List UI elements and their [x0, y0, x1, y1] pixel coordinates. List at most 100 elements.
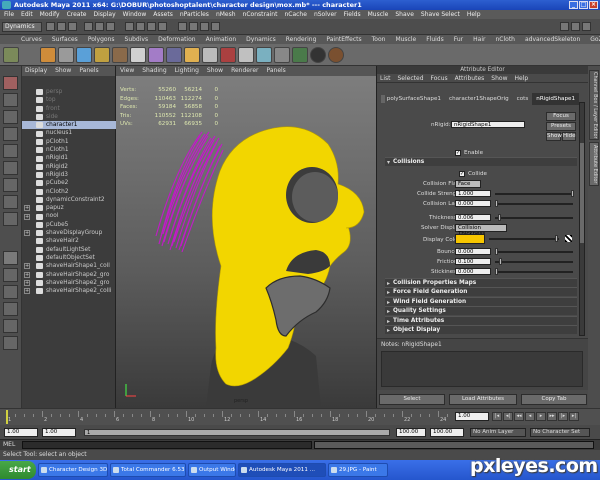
shelf-tab-rendering[interactable]: Rendering: [281, 35, 322, 44]
select-tool-icon[interactable]: [3, 76, 18, 90]
new-scene-icon[interactable]: [46, 22, 55, 31]
outliner-item[interactable]: nCloth2: [22, 188, 116, 196]
menu-assets[interactable]: Assets: [153, 10, 173, 19]
section-wind-field-generation[interactable]: Wind Field Generation: [385, 296, 577, 307]
collision-layer-knob[interactable]: [495, 200, 498, 207]
outliner-item[interactable]: + shaveDisplayGroup: [22, 229, 116, 237]
toggle-tool-settings-icon[interactable]: [571, 22, 580, 31]
outliner-item[interactable]: persp: [22, 88, 116, 96]
shave-ball-icon[interactable]: [310, 47, 326, 63]
lasso-tool-icon[interactable]: [3, 93, 18, 107]
taskbar-item[interactable]: Character Design 3D Co...: [38, 463, 108, 477]
outliner-item[interactable]: nCloth1: [22, 146, 116, 154]
outliner-item[interactable]: nRigid1: [22, 154, 116, 162]
scale-tool-icon[interactable]: [3, 161, 18, 175]
current-time-marker[interactable]: [6, 410, 8, 424]
ipr-render-icon[interactable]: [200, 22, 209, 31]
shelf-menu-icon[interactable]: [3, 47, 19, 63]
presets-button[interactable]: Presets: [546, 122, 576, 131]
outliner-item[interactable]: nRigid2: [22, 163, 116, 171]
outliner-item[interactable]: + nool: [22, 212, 116, 220]
expand-icon[interactable]: +: [24, 279, 30, 286]
copy-tab-button[interactable]: Copy Tab: [521, 394, 587, 405]
menu-display[interactable]: Display: [94, 10, 116, 19]
expand-icon[interactable]: +: [24, 213, 30, 220]
menu-nparticles[interactable]: nParticles: [180, 10, 209, 19]
menu-edit[interactable]: Edit: [21, 10, 33, 19]
single-view-layout-icon[interactable]: [3, 251, 18, 265]
menu-nmesh[interactable]: nMesh: [216, 10, 236, 19]
outliner-layout-icon[interactable]: [3, 285, 18, 299]
shave-render-icon[interactable]: [256, 47, 272, 63]
expand-icon[interactable]: +: [24, 205, 30, 212]
outliner-item[interactable]: + shaveHairShape2_gro: [22, 271, 116, 279]
shelf-tab-polygons[interactable]: Polygons: [83, 35, 120, 44]
node-tab-cots[interactable]: cots: [513, 93, 533, 105]
shave-cut-icon[interactable]: [94, 47, 110, 63]
current-frame-field[interactable]: 1.00: [455, 412, 489, 421]
shelf-tab-ncloth[interactable]: nCloth: [490, 35, 520, 44]
end-time-field[interactable]: 100.00: [430, 428, 464, 437]
tab-scroll-icon[interactable]: [381, 95, 385, 103]
shave-clump-icon[interactable]: [202, 47, 218, 63]
outliner-item[interactable]: front: [22, 105, 116, 113]
menu-shave-select[interactable]: Shave Select: [421, 10, 460, 19]
expand-icon[interactable]: +: [24, 263, 30, 270]
menu-modify[interactable]: Modify: [40, 10, 60, 19]
menu-create[interactable]: Create: [67, 10, 87, 19]
collision-layer-slider[interactable]: [495, 203, 573, 205]
node-tab-nrigidshape1[interactable]: nRigidShape1: [532, 93, 579, 105]
graph-layout-icon[interactable]: [3, 302, 18, 316]
taskbar-item[interactable]: Total Commander 6.53 - ...: [110, 463, 186, 477]
menu-ncache[interactable]: nCache: [284, 10, 306, 19]
shelf-tab-animation[interactable]: Animation: [201, 35, 242, 44]
shave-globals-icon[interactable]: [274, 47, 290, 63]
shave-style-icon[interactable]: [112, 47, 128, 63]
go-to-start-icon[interactable]: |◂: [492, 412, 502, 421]
viewport-panel[interactable]: View Shading Lighting Show Renderer Panels Ve…: [116, 66, 376, 408]
shave-brush-icon[interactable]: [58, 47, 74, 63]
taskbar-item[interactable]: Autodesk Maya 2011 ...: [238, 463, 326, 477]
friction-slider[interactable]: [495, 261, 573, 263]
collide-checkbox[interactable]: ✓: [459, 171, 465, 177]
menu-help[interactable]: Help: [467, 10, 481, 19]
render-settings-icon[interactable]: [211, 22, 220, 31]
section-collision-properties-maps[interactable]: Collision Properties Maps: [385, 278, 577, 288]
shelf-tab-painteffects[interactable]: PaintEffects: [321, 35, 366, 44]
outliner-item[interactable]: pCube2: [22, 179, 116, 187]
outliner-item[interactable]: shaveHair2: [22, 237, 116, 245]
shave-recomb-icon[interactable]: [220, 47, 236, 63]
menu-nsolver[interactable]: nSolver: [314, 10, 337, 19]
shelf-tab-advancedskeleton[interactable]: advancedSkeleton: [520, 35, 585, 44]
shave-sphere-icon[interactable]: [292, 47, 308, 63]
section-object-display[interactable]: Object Display: [385, 325, 577, 335]
thickness-field[interactable]: 0.006: [455, 214, 491, 221]
playback-end-field[interactable]: 100.00: [396, 428, 426, 437]
thickness-slider[interactable]: [495, 217, 573, 219]
shelf-tab-gozbrush[interactable]: GoZBrush: [585, 35, 600, 44]
character-model[interactable]: [116, 66, 376, 408]
stickiness-field[interactable]: 0.000: [455, 268, 491, 275]
save-scene-icon[interactable]: [68, 22, 77, 31]
shelf-tab-surfaces[interactable]: Surfaces: [47, 35, 83, 44]
collide-strength-slider[interactable]: [495, 193, 573, 195]
notes-panel[interactable]: Notes: nRigidShape1: [377, 338, 589, 390]
select-button[interactable]: Select: [379, 394, 445, 405]
shave-comb-icon[interactable]: [76, 47, 92, 63]
shave-attract-icon[interactable]: [130, 47, 146, 63]
node-tab-character1shapeorig[interactable]: character1ShapeOrig: [445, 93, 513, 105]
notes-textarea[interactable]: [381, 351, 583, 387]
menu-set-selector[interactable]: Dynamics: [2, 22, 42, 32]
enable-checkbox[interactable]: ✓: [455, 150, 461, 156]
step-forward-icon[interactable]: |▸: [558, 412, 568, 421]
ae-menu-selected[interactable]: Selected: [398, 74, 424, 82]
node-tab-polysurfaceshape1[interactable]: polySurfaceShape1: [383, 93, 445, 105]
display-color-knob[interactable]: [555, 235, 558, 242]
soft-mod-tool-icon[interactable]: [3, 178, 18, 192]
outliner-menu-panels[interactable]: Panels: [79, 66, 98, 76]
minimize-button[interactable]: _: [569, 1, 578, 9]
toggle-attribute-editor-icon[interactable]: [560, 22, 569, 31]
render-view-layout-icon[interactable]: [3, 336, 18, 350]
attribute-editor-tab[interactable]: Attribute Editor: [589, 142, 599, 186]
outliner-item[interactable]: + shaveHairShape2_gro: [22, 279, 116, 287]
